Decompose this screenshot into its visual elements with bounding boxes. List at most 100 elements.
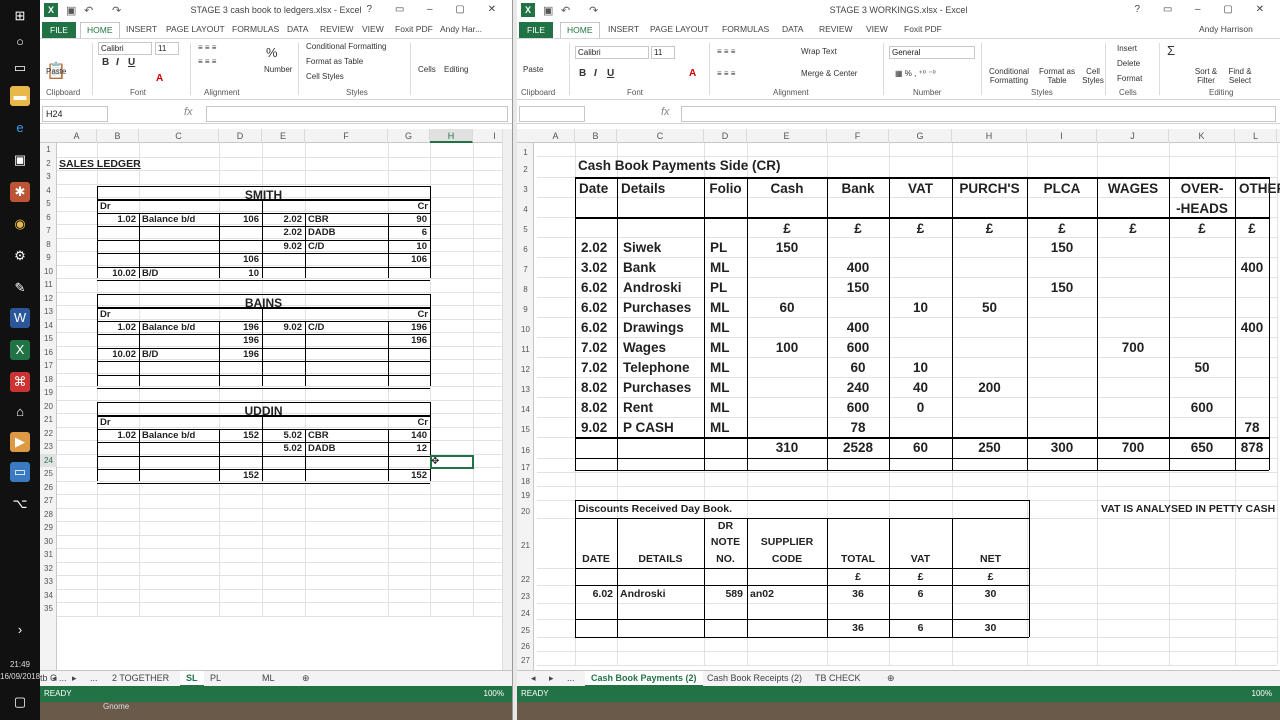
- zoom-level[interactable]: 100%: [484, 689, 504, 698]
- underline-button[interactable]: U: [607, 68, 614, 79]
- tab-home[interactable]: HOME: [80, 22, 120, 38]
- font-name-box[interactable]: Calibri: [575, 46, 649, 59]
- row-header-16[interactable]: 16: [40, 346, 57, 360]
- column-header-g[interactable]: G: [388, 129, 430, 143]
- tab-file[interactable]: FILE: [42, 22, 76, 38]
- row-header-22[interactable]: 22: [40, 427, 57, 441]
- row-header-1[interactable]: 1: [517, 143, 534, 157]
- column-header-c[interactable]: C: [139, 129, 219, 143]
- name-box[interactable]: [519, 106, 585, 122]
- search-icon[interactable]: ○: [10, 32, 30, 52]
- align-icons-2[interactable]: ≡ ≡ ≡: [717, 69, 735, 78]
- row-header-3[interactable]: 3: [517, 177, 534, 197]
- font-color-icon[interactable]: A: [689, 68, 696, 79]
- row-header-6[interactable]: 6: [517, 237, 534, 257]
- autosum-icon[interactable]: Σ: [1167, 43, 1175, 58]
- formula-input[interactable]: [681, 106, 1276, 122]
- row-header-28[interactable]: 28: [40, 508, 57, 522]
- row-header-21[interactable]: 21: [517, 518, 534, 568]
- font-name-box[interactable]: Calibri: [98, 42, 152, 55]
- settings-icon[interactable]: ⚙: [10, 246, 30, 266]
- row-header-19[interactable]: 19: [517, 486, 534, 500]
- monitor-icon[interactable]: ▭: [10, 462, 30, 482]
- align-icons-2[interactable]: ≡ ≡ ≡: [198, 57, 216, 66]
- row-header-5[interactable]: 5: [517, 217, 534, 237]
- window-controls[interactable]: ? ▭ – ▢ ✕: [1134, 4, 1274, 15]
- excel-icon[interactable]: X: [10, 340, 30, 360]
- row-header-10[interactable]: 10: [517, 317, 534, 337]
- row-header-25[interactable]: 25: [40, 467, 57, 481]
- row-header-9[interactable]: 9: [40, 251, 57, 265]
- row-header-23[interactable]: 23: [40, 440, 57, 454]
- fx-icon[interactable]: fx: [661, 106, 670, 118]
- bold-button[interactable]: B: [579, 68, 586, 79]
- row-header-24[interactable]: 24: [40, 453, 57, 467]
- row-header-30[interactable]: 30: [40, 535, 57, 549]
- windows-start-icon[interactable]: ⊞: [10, 6, 30, 26]
- underline-button[interactable]: U: [128, 57, 135, 68]
- row-header-20[interactable]: 20: [517, 500, 534, 518]
- fx-icon[interactable]: fx: [184, 106, 193, 118]
- insert-button[interactable]: Insert: [1117, 44, 1137, 53]
- row-header-12[interactable]: 12: [517, 357, 534, 377]
- row-header-15[interactable]: 15: [517, 417, 534, 437]
- row-header-22[interactable]: 22: [517, 568, 534, 585]
- cell-styles-button[interactable]: Cell Styles: [306, 72, 344, 81]
- row-header-27[interactable]: 27: [40, 494, 57, 508]
- tab-foxit[interactable]: Foxit PDF: [395, 24, 433, 34]
- sheet-tab-3[interactable]: TB CHECK: [815, 673, 861, 683]
- sheet-tab-0[interactable]: ...: [567, 673, 575, 683]
- zoom-level[interactable]: 100%: [1252, 689, 1272, 698]
- row-header-12[interactable]: 12: [40, 292, 57, 306]
- sheet-tab-1[interactable]: Cash Book Payments (2): [585, 671, 703, 687]
- tab-formulas[interactable]: FORMULAS: [722, 24, 769, 34]
- app-icon[interactable]: ✱: [10, 182, 30, 202]
- row-header-26[interactable]: 26: [40, 481, 57, 495]
- task-view-icon[interactable]: ▭: [10, 58, 30, 78]
- column-header-k[interactable]: K: [1169, 129, 1235, 143]
- tab-page-layout[interactable]: PAGE LAYOUT: [166, 24, 225, 34]
- file-explorer-icon[interactable]: ▬: [10, 86, 30, 106]
- row-header-26[interactable]: 26: [517, 637, 534, 651]
- tab-insert[interactable]: INSERT: [608, 24, 639, 34]
- row-header-18[interactable]: 18: [517, 472, 534, 486]
- align-icons[interactable]: ≡ ≡ ≡: [717, 47, 735, 56]
- tab-view[interactable]: VIEW: [362, 24, 384, 34]
- column-header-l[interactable]: L: [1235, 129, 1277, 143]
- row-header-14[interactable]: 14: [517, 397, 534, 417]
- row-header-21[interactable]: 21: [40, 413, 57, 427]
- number-button[interactable]: Number: [264, 65, 292, 74]
- row-header-7[interactable]: 7: [40, 224, 57, 238]
- paste-button[interactable]: Paste: [46, 67, 66, 76]
- row-header-16[interactable]: 16: [517, 437, 534, 458]
- number-format-box[interactable]: General: [889, 46, 975, 59]
- column-header-f[interactable]: F: [827, 129, 889, 143]
- italic-button[interactable]: I: [594, 68, 597, 79]
- row-header-13[interactable]: 13: [40, 305, 57, 319]
- font-color-icon[interactable]: A: [156, 73, 163, 84]
- column-header-c[interactable]: C: [617, 129, 704, 143]
- name-box[interactable]: H24: [42, 106, 108, 122]
- chrome-icon[interactable]: ◉: [10, 214, 30, 234]
- home-icon[interactable]: ⌂: [10, 402, 30, 422]
- row-header-32[interactable]: 32: [40, 562, 57, 576]
- sheet-tab-1[interactable]: 2 TOGETHER: [112, 673, 169, 683]
- add-sheet-icon[interactable]: ⊕: [302, 673, 310, 684]
- formula-input[interactable]: [206, 106, 508, 122]
- sheet-tab-0[interactable]: ...: [90, 673, 98, 683]
- notification-icon[interactable]: ▢: [10, 692, 30, 712]
- conditional-formatting-button[interactable]: Conditional Formatting: [985, 67, 1033, 85]
- cells-button[interactable]: Cells: [418, 65, 436, 74]
- sheet-nav-next[interactable]: ▸: [549, 673, 554, 684]
- paste-button[interactable]: Paste: [523, 65, 543, 74]
- sheet-tab-4[interactable]: ML: [262, 673, 275, 683]
- row-header-18[interactable]: 18: [40, 373, 57, 387]
- sheet-tab-3[interactable]: PL: [210, 673, 221, 683]
- tab-foxit[interactable]: Foxit PDF: [904, 24, 942, 34]
- editing-button[interactable]: Editing: [444, 65, 468, 74]
- tab-data[interactable]: DATA: [287, 24, 308, 34]
- percent-icon[interactable]: %: [266, 45, 278, 60]
- sheet-nav-prev[interactable]: ◂: [531, 673, 536, 684]
- chevron-icon[interactable]: ›: [10, 620, 30, 640]
- row-header-4[interactable]: 4: [517, 197, 534, 217]
